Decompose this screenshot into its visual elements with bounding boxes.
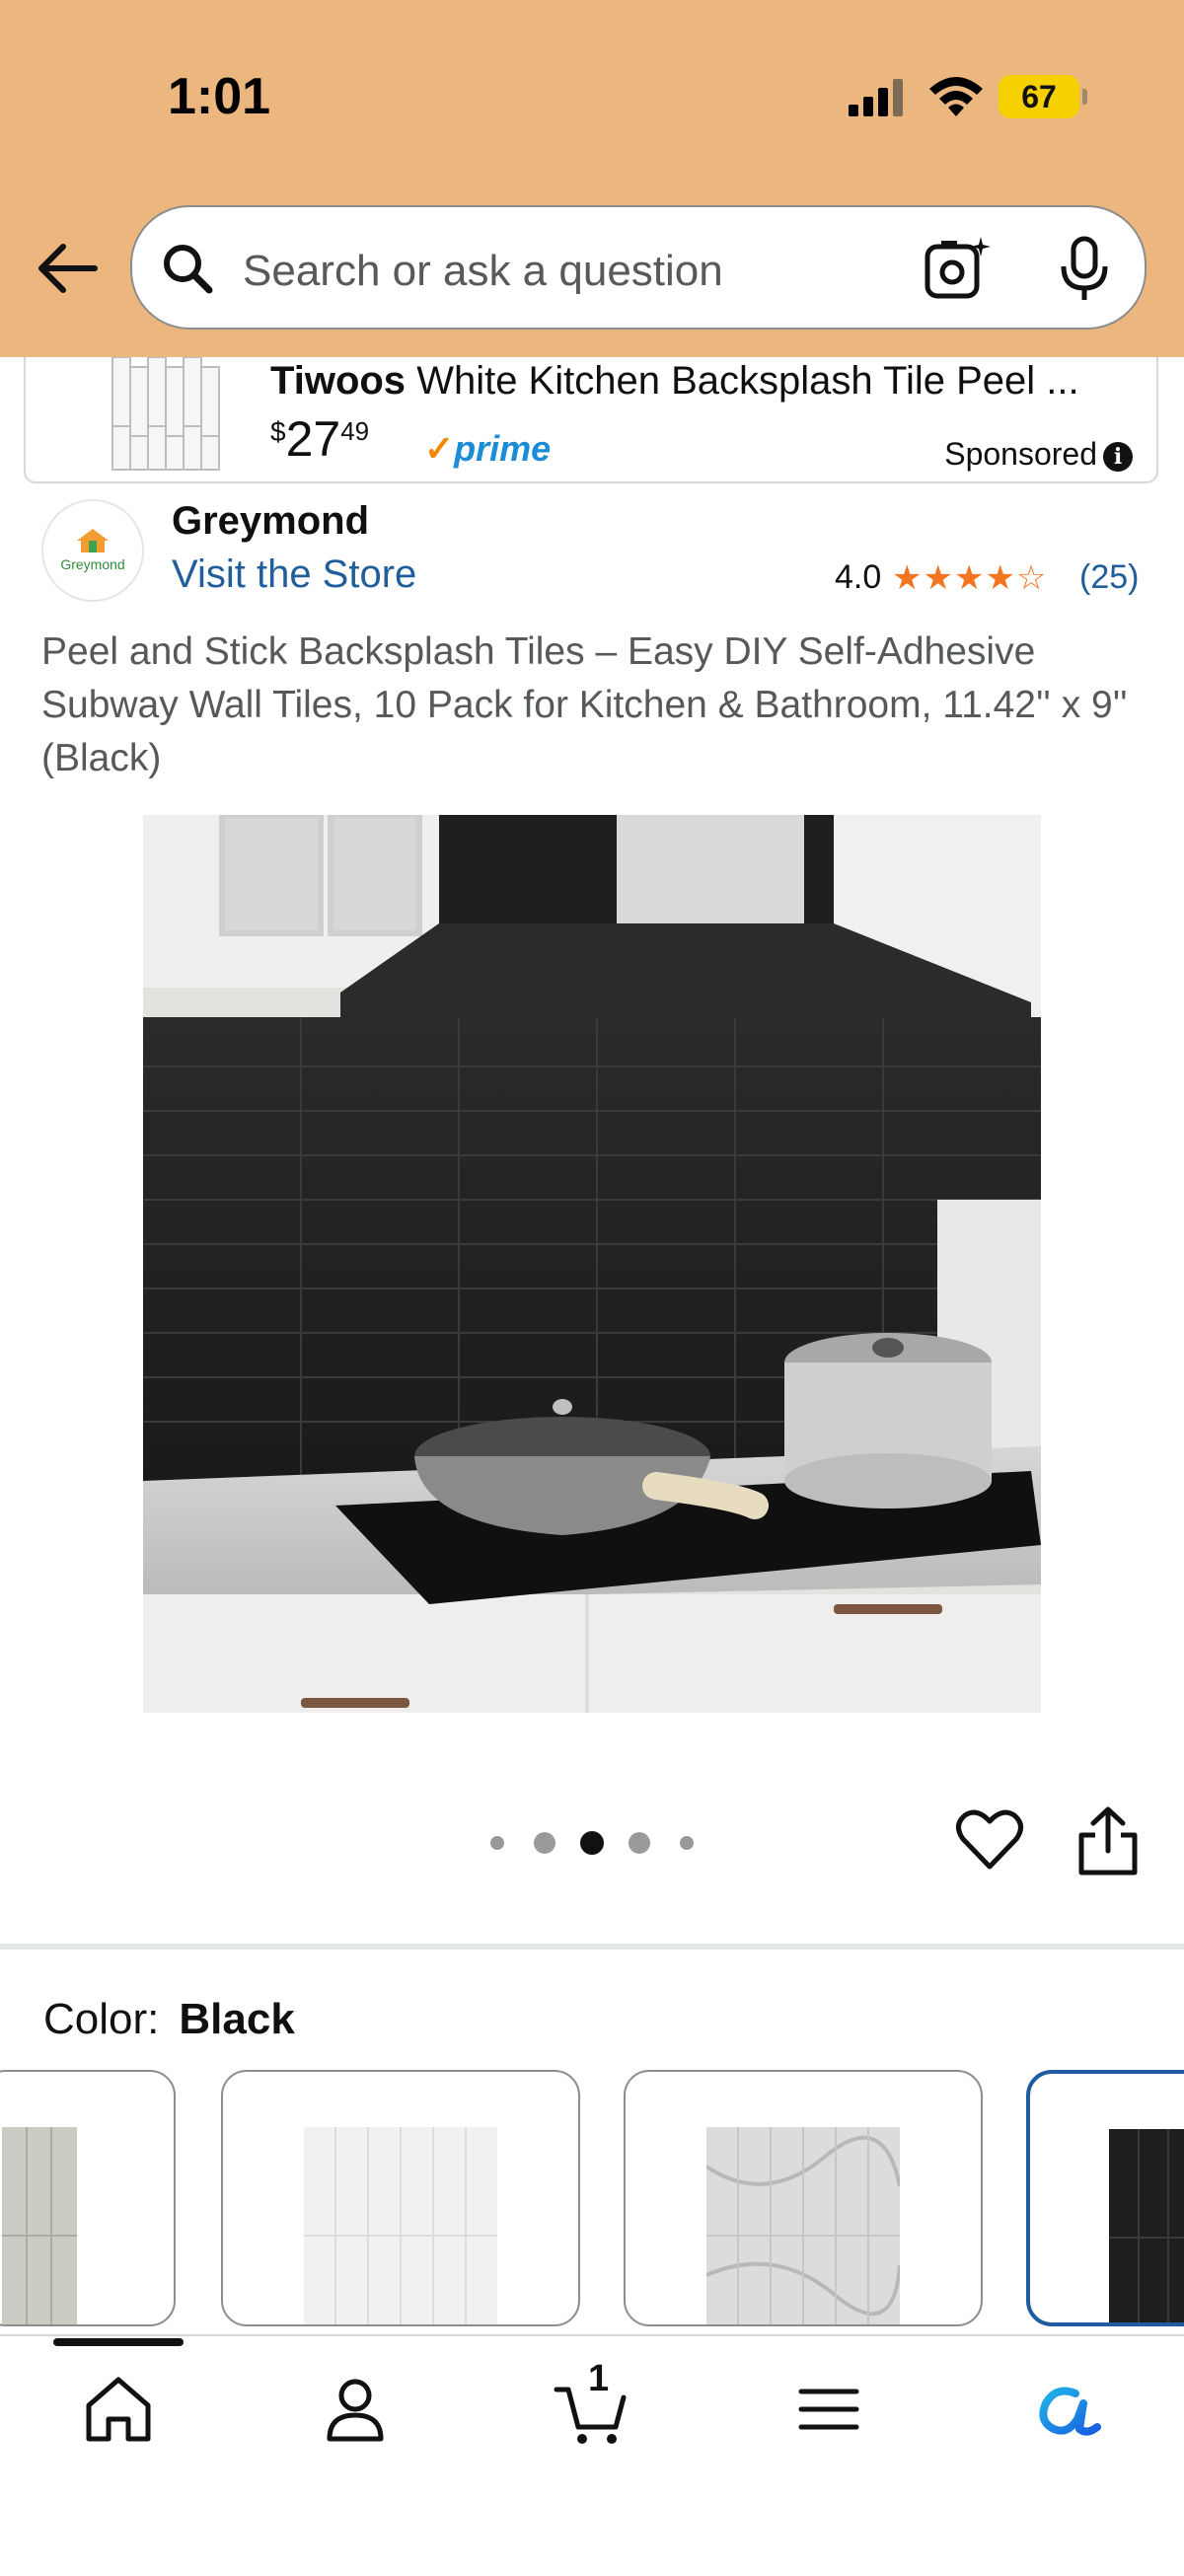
app-header: 1:01 67 Search or ask a question [0,0,1184,357]
sponsored-product-thumbnail [81,357,245,472]
seller-name: Greymond [172,499,370,543]
account-icon[interactable] [316,2370,395,2449]
sponsored-price: $2749 [270,411,370,467]
swatch-image [706,2127,900,2324]
review-count-link[interactable]: (25) [1079,558,1139,597]
status-time: 1:01 [168,68,271,125]
sponsored-product-banner[interactable]: Tiwoos White Kitchen Backsplash Tile Pee… [24,357,1158,483]
image-carousel-dots[interactable] [487,1831,704,1855]
color-swatch-black[interactable] [1026,2070,1184,2326]
home-icon[interactable] [79,2370,158,2449]
selected-color: Black [179,1995,295,2043]
sponsored-brand: Tiwoos [270,359,407,403]
sponsored-product-title[interactable]: Tiwoos White Kitchen Backsplash Tile Pee… [270,359,1139,404]
active-tab-indicator [53,2338,184,2346]
cellular-signal-icon [849,79,903,116]
search-input[interactable]: Search or ask a question [243,247,723,296]
heart-icon[interactable] [955,1807,1024,1873]
carousel-dot-active[interactable] [580,1831,604,1855]
microphone-icon[interactable] [1050,235,1119,304]
rating-value[interactable]: 4.0 [835,558,881,597]
swatch-image [304,2127,497,2324]
prime-badge: ✓prime [424,428,552,469]
sponsored-title-text: White Kitchen Backsplash Tile Peel ... [416,359,1079,403]
star-rating[interactable]: ★★★★☆ [892,558,1047,598]
sponsored-label[interactable]: Sponsored i [944,436,1133,473]
wifi-icon [929,77,983,116]
search-bar[interactable]: Search or ask a question [130,205,1147,330]
swatch-image [1109,2129,1184,2322]
store-logo-text: Greymond [60,556,125,572]
battery-indicator: 67 [999,75,1087,118]
menu-icon[interactable] [789,2370,868,2449]
color-swatch-sage[interactable] [0,2070,176,2326]
color-swatch-white[interactable] [221,2070,580,2326]
color-swatch-marble[interactable] [624,2070,983,2326]
carousel-dot[interactable] [680,1836,694,1850]
search-icon [164,245,213,294]
visit-store-link[interactable]: Visit the Store [172,552,416,597]
arrow-left-icon[interactable] [34,241,99,296]
color-selector-label: Color: Black [43,1995,295,2043]
rufus-icon[interactable] [1026,2370,1105,2449]
carousel-dot[interactable] [490,1836,504,1850]
product-photo [143,815,1041,1713]
product-image[interactable] [143,815,1041,1713]
store-logo-house-icon [77,529,109,552]
share-icon[interactable] [1075,1805,1141,1877]
swatch-image [2,2127,77,2324]
prime-check-icon: ✓ [424,428,455,469]
cart-count: 1 [588,2358,610,2399]
store-logo[interactable]: Greymond [41,499,144,602]
camera-lens-icon[interactable] [922,235,991,304]
carousel-dot[interactable] [534,1832,555,1854]
carousel-dot[interactable] [629,1832,650,1854]
section-divider [0,1944,1184,1950]
product-title: Peel and Stick Backsplash Tiles – Easy D… [41,630,1128,779]
info-icon[interactable]: i [1103,441,1133,472]
